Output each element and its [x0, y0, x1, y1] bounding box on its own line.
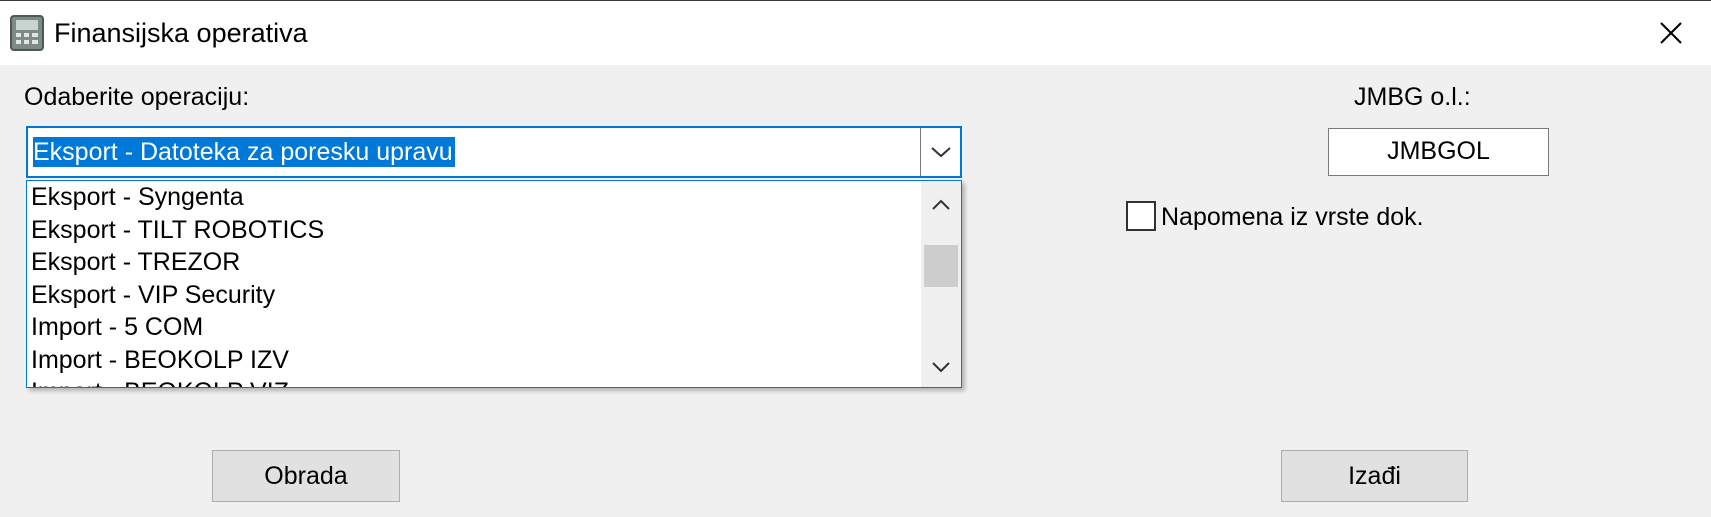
list-item[interactable]: Eksport - VIP Security	[27, 279, 921, 312]
exit-button[interactable]: Izađi	[1281, 450, 1468, 502]
chevron-up-icon	[932, 199, 950, 210]
list-item[interactable]: Import - BEOKOLP VIZ	[27, 376, 921, 387]
scroll-thumb[interactable]	[924, 245, 958, 287]
chevron-down-icon	[932, 362, 950, 373]
napomena-checkbox[interactable]	[1126, 201, 1156, 231]
list-item[interactable]: Eksport - TILT ROBOTICS	[27, 214, 921, 247]
jmbg-input[interactable]: JMBGOL	[1328, 128, 1549, 176]
jmbg-label: JMBG o.l.:	[1354, 83, 1471, 111]
operation-dropdown-list[interactable]: Eksport - Syngenta Eksport - TILT ROBOTI…	[26, 180, 962, 388]
operation-combobox[interactable]: Eksport - Datoteka za poresku upravu	[26, 126, 962, 178]
list-item[interactable]: Import - 5 COM	[27, 311, 921, 344]
close-button[interactable]	[1631, 1, 1711, 65]
obrada-button[interactable]: Obrada	[212, 450, 400, 502]
scroll-up-button[interactable]	[921, 185, 961, 225]
list-item[interactable]: Eksport - Syngenta	[27, 181, 921, 214]
scroll-down-button[interactable]	[921, 347, 961, 387]
window-title: Finansijska operativa	[54, 18, 308, 48]
dropdown-scrollbar[interactable]	[921, 181, 961, 387]
chevron-down-icon	[930, 147, 951, 158]
list-item[interactable]: Import - BEOKOLP IZV	[27, 344, 921, 377]
list-item[interactable]: Eksport - TREZOR	[27, 246, 921, 279]
dropdown-items: Eksport - Syngenta Eksport - TILT ROBOTI…	[27, 181, 921, 387]
napomena-label[interactable]: Napomena iz vrste dok.	[1161, 202, 1424, 232]
combo-dropdown-button[interactable]	[920, 128, 960, 176]
close-icon	[1660, 22, 1682, 44]
operation-selected-value[interactable]: Eksport - Datoteka za poresku upravu	[33, 137, 455, 167]
title-bar: Finansijska operativa	[0, 0, 1711, 65]
operation-label: Odaberite operaciju:	[24, 83, 250, 111]
calculator-icon	[10, 15, 44, 51]
